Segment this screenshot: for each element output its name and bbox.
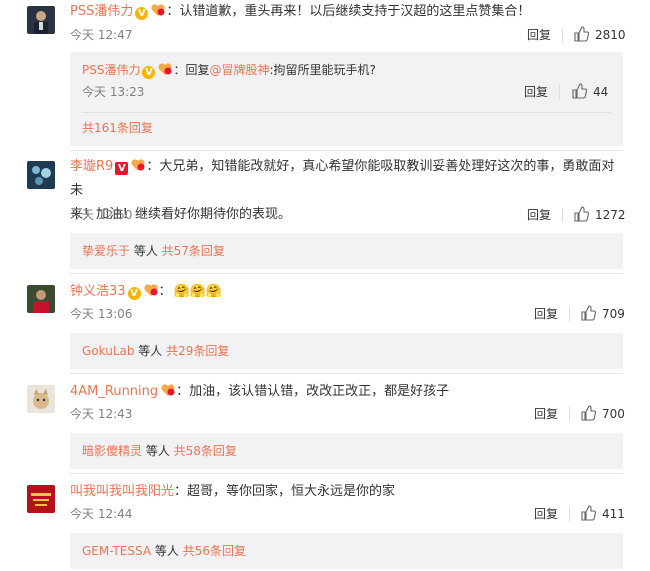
divider — [562, 208, 563, 222]
fan-badge-icon — [131, 159, 145, 171]
divider — [70, 373, 623, 374]
summary-username[interactable]: 暗影傻精灵 — [82, 444, 142, 458]
reply-button[interactable]: 回复 — [527, 25, 551, 45]
thumbs-up-icon — [581, 405, 596, 421]
avatar[interactable] — [27, 285, 55, 313]
comment-username[interactable]: 叫我叫我叫我阳光 — [70, 484, 174, 499]
reply-button[interactable]: 回复 — [527, 205, 551, 225]
comment-time: 今天 13:06 — [70, 307, 133, 321]
reply-button[interactable]: 回复 — [534, 404, 558, 424]
comment-username[interactable]: 钟义浩33 — [70, 284, 126, 299]
like-count: 700 — [602, 407, 625, 421]
like-count: 411 — [602, 507, 625, 521]
comment-text: ：超哥，等你回家，恒大永远是你的家 — [174, 484, 396, 499]
divider — [70, 150, 623, 151]
divider — [569, 307, 570, 321]
sub-reply-prefix: ：回复 — [173, 63, 210, 77]
comment-text: ：认错道歉，重头再来！以后继续支持于汉超的这里点赞集合！ — [166, 4, 531, 19]
summary-text: 等人 — [142, 444, 174, 458]
sub-reply-time: 今天 13:23 — [82, 85, 145, 99]
verified-badge-icon: V — [142, 66, 156, 79]
thumbs-up-icon — [574, 206, 589, 222]
comment-time: 今天 12:43 — [70, 407, 133, 421]
hug-emoji-icon: 🤗🤗🤗 — [173, 284, 223, 299]
divider — [559, 85, 560, 99]
thumbs-up-icon — [581, 505, 596, 521]
reply-button[interactable]: 回复 — [524, 82, 548, 102]
verified-badge-icon: V — [135, 7, 149, 20]
reply-summary: 挚爱乐于 等人 共57条回复 — [70, 233, 623, 269]
more-replies-link[interactable]: 共29条回复 — [166, 344, 229, 358]
comment-time: 今天 12:44 — [70, 507, 133, 521]
comment-text: ：大兄弟，知错能改就好，真心希望你能吸取教训妥善处理好这次的事，勇敢面对未 — [70, 159, 615, 198]
divider — [70, 273, 623, 274]
like-count: 2810 — [595, 28, 626, 42]
divider — [82, 112, 611, 113]
comment-username[interactable]: PSS潘伟力 — [70, 4, 133, 19]
thumbs-up-icon — [581, 305, 596, 321]
reply-summary: 暗影傻精灵 等人 共58条回复 — [70, 433, 623, 469]
divider — [70, 473, 623, 474]
avatar[interactable] — [27, 385, 55, 413]
comment-username[interactable]: 李璇R9 — [70, 159, 113, 174]
like-count: 44 — [593, 85, 609, 99]
comment-text: ：加油，该认错认错，改改正改正，都是好孩子 — [176, 384, 450, 399]
reply-summary: GEM-TESSA 等人 共56条回复 — [70, 533, 623, 569]
summary-username[interactable]: GEM-TESSA — [82, 544, 151, 558]
more-replies-link[interactable]: 共57条回复 — [162, 244, 225, 258]
fan-badge-icon — [161, 384, 175, 396]
thumbs-up-icon — [574, 26, 589, 42]
avatar[interactable] — [27, 161, 55, 189]
summary-username[interactable]: GokuLab — [82, 344, 134, 358]
comment-time: 今天 12:50 — [70, 208, 133, 222]
summary-text: 等人 — [130, 244, 162, 258]
avatar[interactable] — [27, 485, 55, 513]
fan-badge-icon — [158, 63, 173, 75]
divider — [569, 407, 570, 421]
reply-button[interactable]: 回复 — [534, 504, 558, 524]
divider — [569, 507, 570, 521]
more-replies-link[interactable]: 共56条回复 — [183, 544, 246, 558]
reply-summary: GokuLab 等人 共29条回复 — [70, 333, 623, 369]
summary-text: 等人 — [151, 544, 183, 558]
sub-reply-box: PSS潘伟力 V ：回复@冒牌股神:拘留所里能玩手机? 今天 13:23 回复 44… — [70, 52, 623, 146]
comment-username[interactable]: 4AM_Running — [70, 384, 158, 399]
mention-link[interactable]: @冒牌股神 — [210, 63, 270, 77]
more-replies-link[interactable]: 共161条回复 — [82, 121, 153, 135]
comment-text: ： — [158, 284, 172, 299]
verified-badge-icon: V — [127, 287, 141, 300]
like-count: 709 — [602, 307, 625, 321]
summary-text: 等人 — [134, 344, 167, 358]
comment-time: 今天 12:47 — [70, 28, 133, 42]
sub-reply-text: :拘留所里能玩手机? — [269, 63, 376, 77]
fan-badge-icon — [143, 284, 158, 296]
fan-badge-icon — [151, 4, 165, 16]
like-count: 1272 — [595, 208, 626, 222]
avatar[interactable] — [27, 6, 55, 34]
sub-reply-username[interactable]: PSS潘伟力 — [82, 63, 140, 77]
summary-username[interactable]: 挚爱乐于 — [82, 244, 130, 258]
divider — [562, 28, 563, 42]
reply-button[interactable]: 回复 — [534, 304, 558, 324]
more-replies-link[interactable]: 共58条回复 — [174, 444, 237, 458]
thumbs-up-icon — [572, 83, 587, 99]
verified-badge-icon: V — [115, 162, 129, 175]
